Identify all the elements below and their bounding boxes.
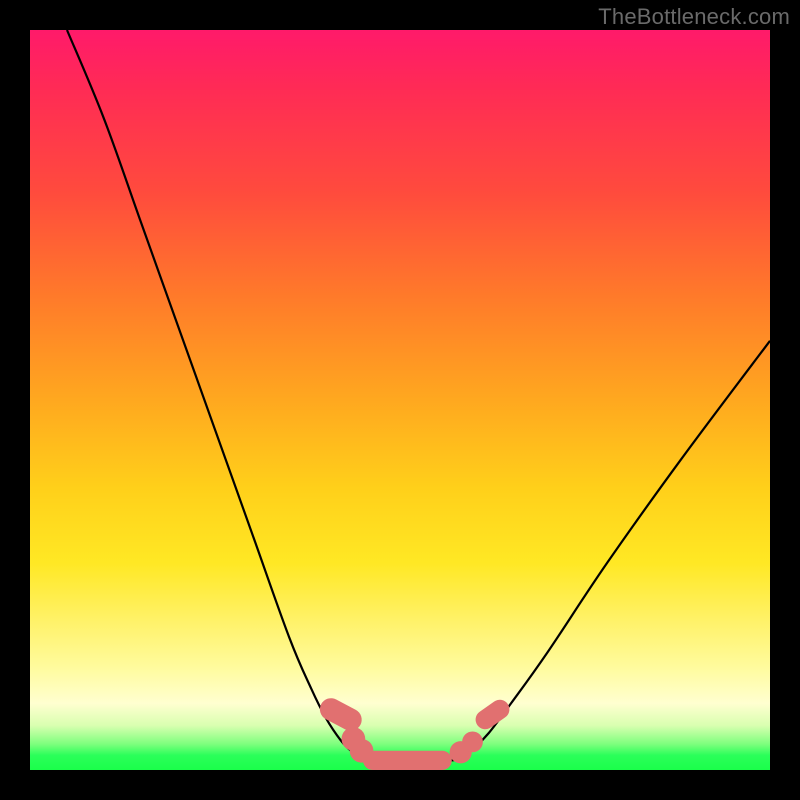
chart-svg <box>30 30 770 770</box>
marker-layer <box>316 694 513 770</box>
bottleneck-curve <box>67 30 770 762</box>
marker-dot <box>462 732 483 753</box>
marker-pill <box>363 751 452 770</box>
watermark-text: TheBottleneck.com <box>598 4 790 30</box>
chart-frame: TheBottleneck.com <box>0 0 800 800</box>
curve-layer <box>67 30 770 762</box>
plot-area <box>30 30 770 770</box>
